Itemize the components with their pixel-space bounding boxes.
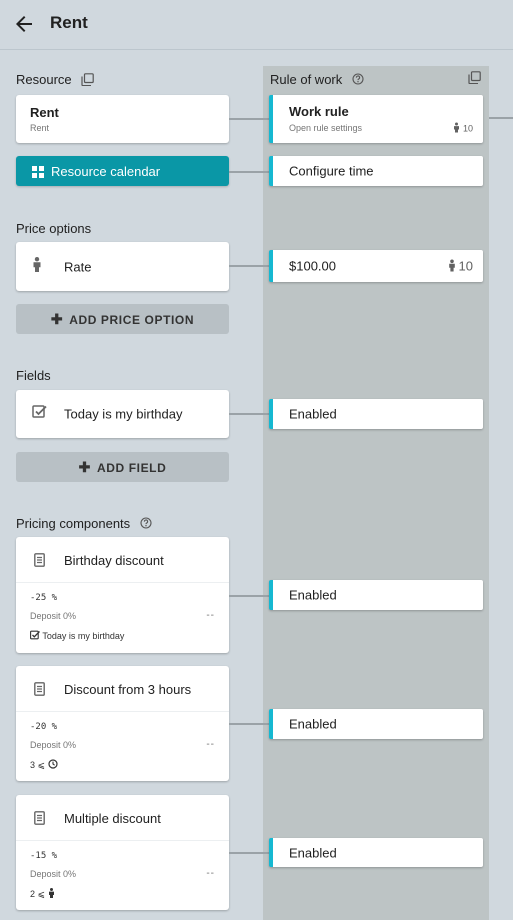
add-price-option-label: ADD PRICE OPTION xyxy=(69,313,195,327)
pricing-component-deposit: Deposit 0% xyxy=(30,869,77,879)
pricing-component-card[interactable]: Discount from 3 hours -20 % Deposit 0% -… xyxy=(16,666,229,781)
configure-time-card[interactable]: Configure time xyxy=(269,156,483,186)
pricing-rule-card[interactable]: Enabled xyxy=(269,580,483,610)
connector-line xyxy=(229,413,269,415)
pricing-component-condition-text: Today is my birthday xyxy=(42,631,125,641)
add-field-label: ADD FIELD xyxy=(96,461,167,475)
pricing-component-title: Birthday discount xyxy=(64,553,164,568)
pricing-component-title: Multiple discount xyxy=(64,811,161,826)
field-item[interactable]: Today is my birthday xyxy=(16,390,229,438)
pricing-component-card[interactable]: Birthday discount -25 % Deposit 0% -- To… xyxy=(16,537,229,653)
document-icon xyxy=(34,553,45,572)
connector-line xyxy=(229,265,269,267)
pricing-component-dash: -- xyxy=(206,739,215,750)
price-rule-card[interactable]: $100.00 10 xyxy=(269,250,483,282)
connector-line xyxy=(229,171,269,173)
field-rule-value: Enabled xyxy=(289,406,337,422)
work-rule-count: 10 xyxy=(453,122,473,134)
pricing-component-condition-text: 2 ⩽ xyxy=(30,889,46,899)
pricing-component-percent: -20 % xyxy=(30,722,58,732)
person-icon xyxy=(448,259,455,272)
resource-section-label: Resource xyxy=(16,72,95,89)
pricing-rule-value: Enabled xyxy=(289,845,337,860)
work-rule-card[interactable]: Work rule Open rule settings 10 xyxy=(269,95,483,143)
checkbox-icon xyxy=(32,404,47,424)
rule-of-work-label-text: Rule of work xyxy=(270,72,343,87)
pricing-component-deposit: Deposit 0% xyxy=(30,740,77,750)
connector-line xyxy=(229,723,269,725)
pricing-components-section-label: Pricing components xyxy=(16,516,152,532)
clock-icon xyxy=(47,759,58,769)
configure-time-label: Configure time xyxy=(289,163,374,179)
pricing-component-percent: -15 % xyxy=(30,851,58,861)
pricing-component-deposit: Deposit 0% xyxy=(30,611,77,621)
pricing-component-condition: Today is my birthday xyxy=(30,630,124,641)
pricing-component-card[interactable]: Multiple discount -15 % Deposit 0% -- 2 … xyxy=(16,795,229,910)
work-rule-subtitle: Open rule settings xyxy=(289,123,363,133)
page-title: Rent xyxy=(50,13,88,32)
field-item-label: Today is my birthday xyxy=(64,406,183,422)
pricing-component-percent: -25 % xyxy=(30,593,58,603)
help-icon[interactable] xyxy=(140,517,152,532)
back-arrow-icon[interactable] xyxy=(12,12,38,36)
edge-connector xyxy=(489,117,513,119)
pricing-component-condition: 2 ⩽ xyxy=(30,888,55,900)
pricing-component-condition: 3 ⩽ xyxy=(30,759,58,771)
price-option-rate[interactable]: Rate xyxy=(16,242,229,291)
resource-label-text: Resource xyxy=(16,72,72,87)
work-rule-count-value: 10 xyxy=(462,123,473,134)
pricing-component-header: Multiple discount xyxy=(16,795,229,841)
resource-calendar-label: Resource calendar xyxy=(51,164,161,179)
add-price-option-button[interactable]: ✚ ADD PRICE OPTION xyxy=(16,304,229,334)
rule-of-work-column xyxy=(263,66,489,920)
price-rule-value: $100.00 xyxy=(289,258,336,274)
field-rule-card[interactable]: Enabled xyxy=(269,399,483,429)
resource-card-subtitle: Rent xyxy=(30,123,50,133)
pricing-rule-value: Enabled xyxy=(289,587,337,603)
pricing-rule-card[interactable]: Enabled xyxy=(269,709,483,739)
pricing-component-dash: -- xyxy=(206,868,215,879)
pricing-component-header: Discount from 3 hours xyxy=(16,666,229,712)
copy-icon[interactable] xyxy=(468,71,481,89)
document-icon xyxy=(34,682,45,701)
pricing-component-header: Birthday discount xyxy=(16,537,229,583)
pricing-components-label-text: Pricing components xyxy=(16,516,131,531)
price-rule-count: 10 xyxy=(448,259,473,274)
rule-of-work-label: Rule of work xyxy=(270,72,364,88)
pricing-component-title: Discount from 3 hours xyxy=(64,682,192,697)
app-bar: Rent xyxy=(0,0,513,50)
grid-icon xyxy=(32,165,44,183)
add-field-button[interactable]: ✚ ADD FIELD xyxy=(16,452,229,482)
connector-line xyxy=(229,852,269,854)
checkbox-icon xyxy=(30,630,40,640)
pricing-component-condition-text: 3 ⩽ xyxy=(30,760,46,770)
plus-icon: ✚ xyxy=(50,311,64,327)
pricing-component-dash: -- xyxy=(206,610,215,621)
pricing-rule-card[interactable]: Enabled xyxy=(269,838,483,867)
person-icon xyxy=(48,888,54,898)
person-icon xyxy=(32,256,42,277)
work-rule-title: Work rule xyxy=(289,104,349,119)
copy-icon[interactable] xyxy=(81,72,95,89)
price-option-label: Rate xyxy=(64,259,92,274)
pricing-rule-value: Enabled xyxy=(289,716,337,732)
fields-section-label: Fields xyxy=(16,368,51,383)
document-icon xyxy=(34,811,45,830)
price-rule-count-value: 10 xyxy=(458,258,473,274)
resource-card-title: Rent xyxy=(30,105,59,120)
connector-line xyxy=(229,118,269,120)
plus-icon: ✚ xyxy=(78,459,91,475)
help-icon[interactable] xyxy=(352,73,364,88)
connector-line xyxy=(229,595,269,597)
resource-calendar-button[interactable]: Resource calendar xyxy=(16,156,229,186)
price-options-section-label: Price options xyxy=(16,221,92,236)
person-icon xyxy=(453,122,459,133)
resource-card[interactable]: Rent Rent xyxy=(16,95,229,143)
